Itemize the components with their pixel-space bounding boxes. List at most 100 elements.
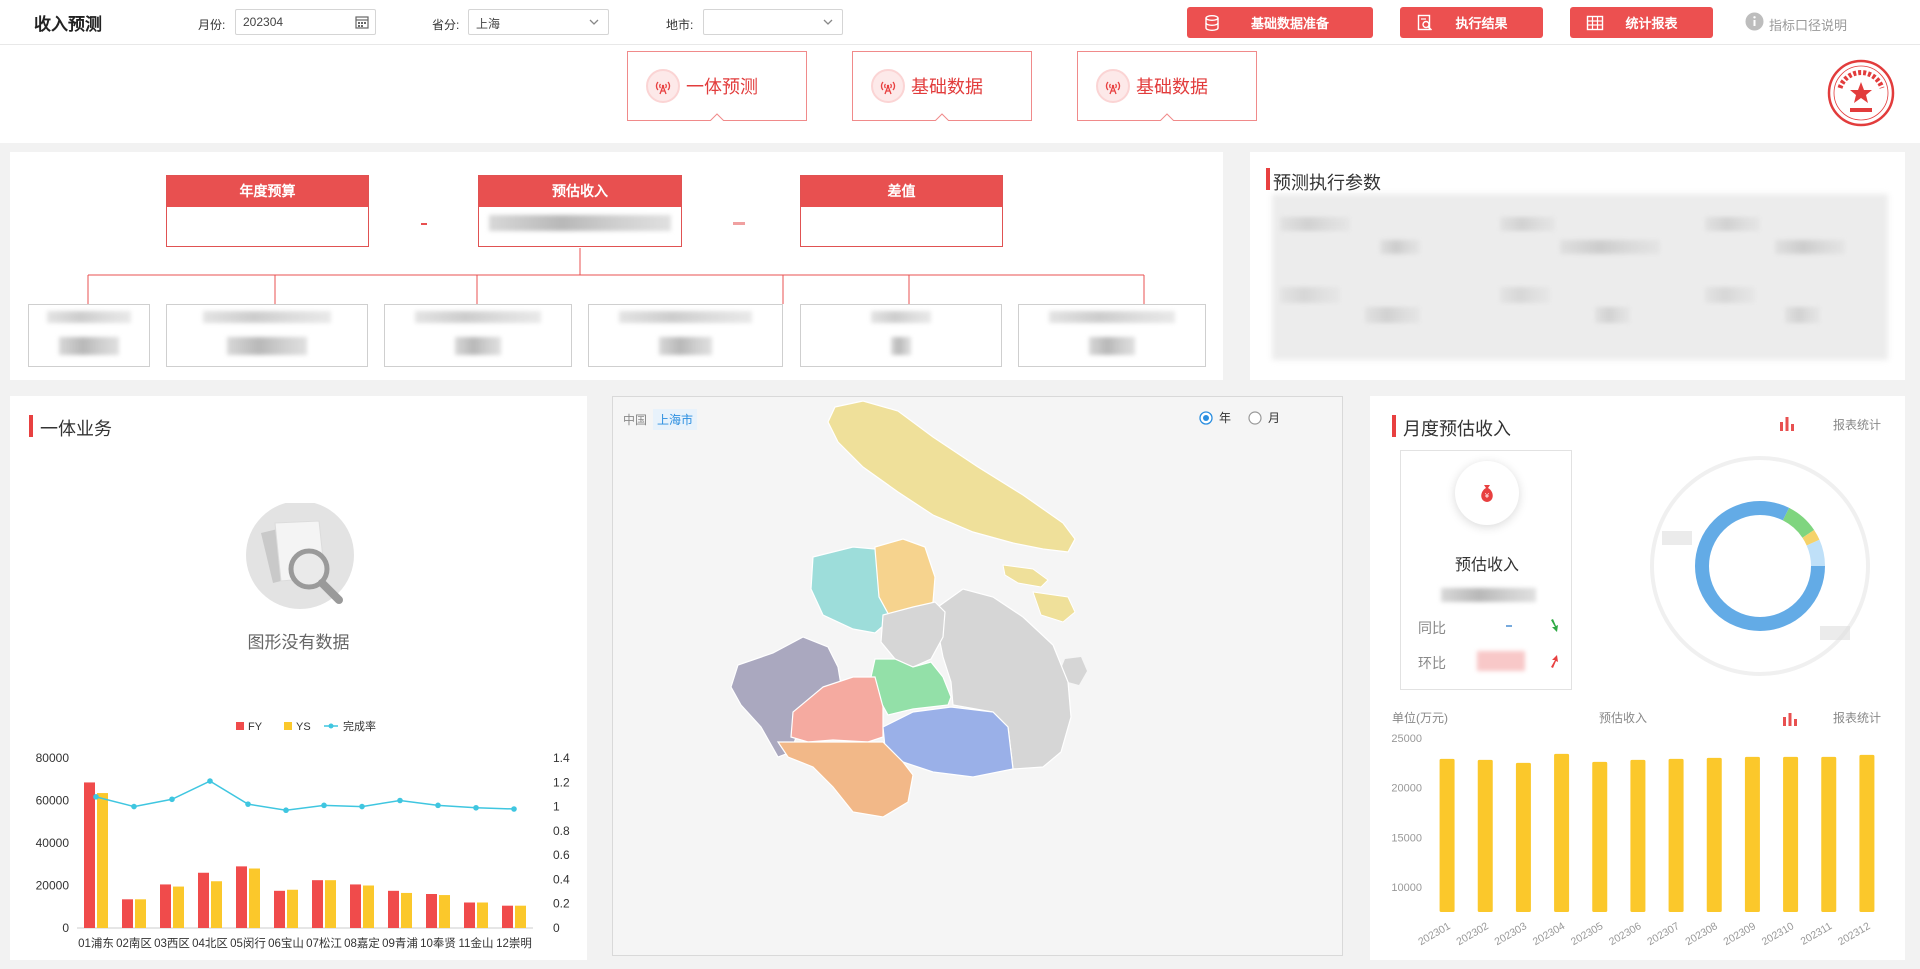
sub-metric-label <box>203 311 331 323</box>
statistics-report-label: 统计报表 <box>1625 16 1678 31</box>
param-value <box>1785 307 1820 323</box>
y-tick-label: 15000 <box>1391 832 1422 844</box>
point-rate <box>397 797 403 804</box>
param-value <box>1380 240 1420 254</box>
point-rate <box>93 794 99 800</box>
empty-data-text: 图形没有数据 <box>247 633 350 652</box>
bar-ys <box>173 886 184 928</box>
title-accent-bar <box>29 415 33 437</box>
bar-monthly <box>1744 756 1760 912</box>
x-tick-label: 202306 <box>1607 920 1643 948</box>
bar-fy <box>236 866 247 928</box>
x-tick-label: 202307 <box>1645 920 1681 948</box>
point-rate <box>359 803 365 810</box>
bar-monthly <box>1783 756 1799 912</box>
district-changxing[interactable] <box>1002 564 1049 588</box>
bar-monthly <box>1821 756 1837 912</box>
card-value <box>1441 588 1536 602</box>
sub-metric-label <box>1049 311 1175 323</box>
bar-ys <box>211 881 222 928</box>
param-label <box>1280 287 1340 303</box>
y-tick-label: 10000 <box>1391 882 1422 894</box>
district-chongming[interactable] <box>827 400 1076 553</box>
point-rate <box>207 778 213 784</box>
icon-bar <box>1788 713 1792 726</box>
line-rate <box>95 780 515 811</box>
district-jinshan[interactable] <box>776 741 914 818</box>
bar-monthly <box>1592 761 1608 912</box>
statistics-report-button[interactable]: 统计报表 <box>1570 7 1713 38</box>
table-icon <box>1582 14 1608 32</box>
legend-label: 完成率 <box>343 720 376 733</box>
y-tick-label: 20000 <box>36 879 70 893</box>
card-title: 预估收入 <box>1454 557 1519 574</box>
yoy-value <box>1506 625 1512 627</box>
x-tick-label: 202302 <box>1454 920 1490 948</box>
sub-metric-box <box>28 304 150 367</box>
x-tick-label: 07松江 <box>306 936 342 950</box>
y2-tick-label: 0.4 <box>553 872 570 886</box>
report-stats-link[interactable]: 报表统计 <box>1833 416 1881 433</box>
sub-metric-label <box>47 311 131 323</box>
bar-monthly <box>1477 759 1493 912</box>
x-tick-label: 12崇明 <box>496 937 532 950</box>
sub-metric-label <box>619 311 752 323</box>
sub-metric-value <box>455 337 501 355</box>
donut-chart <box>1650 456 1870 681</box>
metric-help-text: 指标口径说明 <box>1769 17 1848 33</box>
yoy-label: 同比 <box>1418 620 1446 636</box>
execution-result-label: 执行结果 <box>1455 16 1508 31</box>
bar-fy <box>122 899 133 928</box>
bar-fy <box>388 890 399 928</box>
point-rate <box>435 802 441 809</box>
bar-ys <box>439 895 450 928</box>
bar-monthly <box>1630 759 1646 912</box>
bar-monthly <box>1439 758 1455 912</box>
y-unit-label: 单位(万元) <box>1392 710 1448 725</box>
x-tick-label: 06宝山 <box>268 936 304 950</box>
forecast-params-title: 预测执行参数 <box>1273 173 1381 193</box>
bar-ys <box>515 905 526 928</box>
bar-chart-title: 预估收入 <box>1599 711 1647 725</box>
sub-metric-label <box>871 311 931 323</box>
bar-ys <box>97 793 108 928</box>
bar-ys <box>325 880 336 928</box>
x-tick-label: 202310 <box>1760 920 1796 948</box>
mom-value <box>1477 651 1525 671</box>
metric-help-link[interactable]: 指标口径说明 <box>1745 12 1847 36</box>
y2-tick-label: 0.6 <box>553 848 570 862</box>
bar-chart-icon[interactable] <box>1777 414 1797 439</box>
sub-metric-value <box>59 337 119 355</box>
bar-fy <box>312 880 323 928</box>
empty-data-icon <box>241 501 359 618</box>
y-tick-label: 80000 <box>36 751 70 765</box>
x-tick-label: 05闵行 <box>230 936 266 950</box>
y2-tick-label: 1.2 <box>553 775 570 789</box>
x-tick-label: 202308 <box>1683 920 1719 948</box>
bar-ys <box>135 899 146 928</box>
sub-metric-box <box>588 304 783 367</box>
x-tick-label: 202301 <box>1416 920 1452 948</box>
point-rate <box>131 803 137 810</box>
param-value <box>1365 307 1420 323</box>
legend-label: FY <box>248 721 263 733</box>
combo-chart: FY YS 完成率 0 20000 40000 60000 80000 0 0.2 0.4 0.6 0.… <box>36 720 570 950</box>
param-label <box>1500 217 1555 231</box>
bar-ys <box>401 892 412 928</box>
y2-tick-label: 0.2 <box>553 897 570 911</box>
execution-result-button[interactable]: 执行结果 <box>1400 7 1543 38</box>
x-tick-label: 01浦东 <box>78 937 114 950</box>
district-hengsha[interactable] <box>1032 591 1076 623</box>
point-rate <box>511 806 517 812</box>
bar-chart-icon <box>1783 713 1797 726</box>
budget-tree-lines <box>87 248 1145 304</box>
x-tick-label: 04北区 <box>192 937 228 950</box>
y-tick-label: 0 <box>62 921 69 935</box>
x-tick-label: 202311 <box>1799 920 1835 948</box>
bar-monthly <box>1668 758 1684 912</box>
bar-monthly <box>1706 757 1722 912</box>
point-rate <box>283 807 289 814</box>
shanghai-district-map <box>730 400 1087 818</box>
y2-tick-label: 0.8 <box>553 824 570 838</box>
bar-fy <box>502 905 513 928</box>
